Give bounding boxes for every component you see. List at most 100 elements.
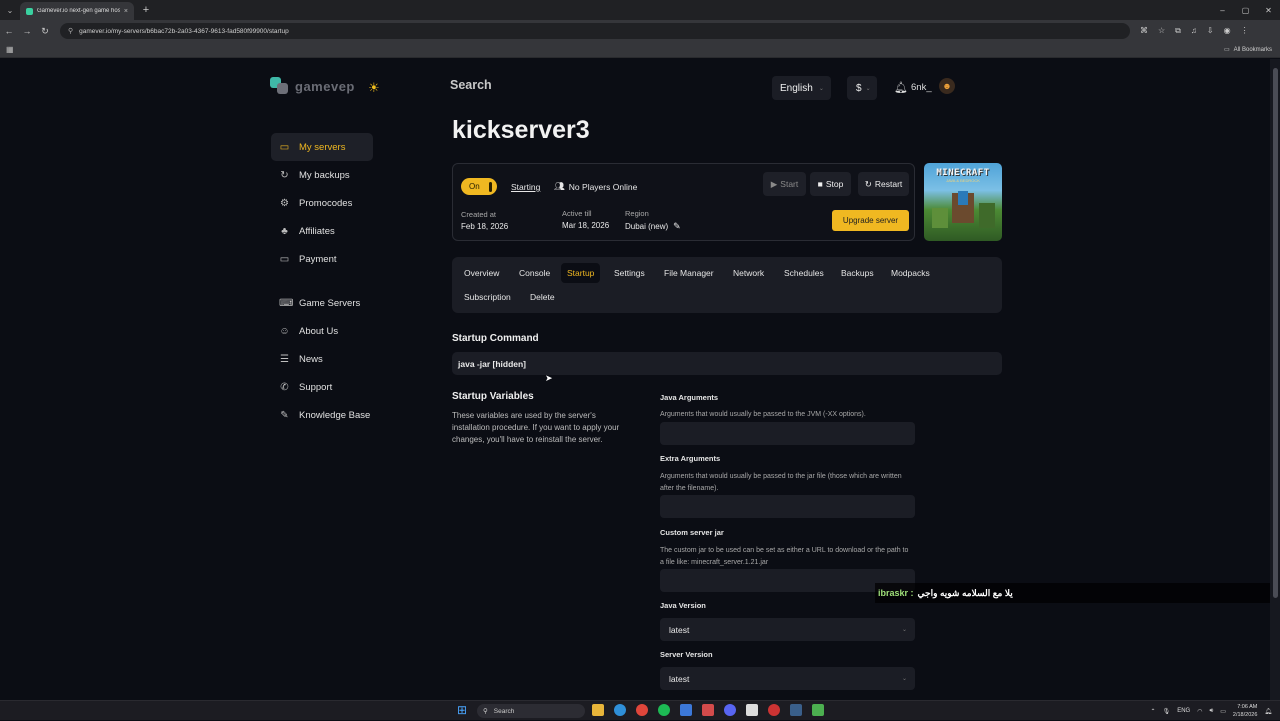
edge-icon[interactable] [614, 704, 626, 716]
tab-backups[interactable]: Backups [835, 263, 880, 283]
browser-tab[interactable]: Gamever.io next-gen game hos × [20, 2, 134, 20]
tab-close-icon[interactable]: × [124, 8, 128, 15]
active-till-label: Active till [562, 209, 592, 218]
created-value: Feb 18, 2026 [461, 222, 509, 231]
restart-button[interactable]: ↻ Restart [858, 172, 909, 196]
java-arguments-input[interactable] [660, 422, 915, 445]
new-tab-button[interactable]: + [138, 4, 154, 16]
url-input[interactable]: ⚲ gamever.io/my-servers/b6bac72b-2a03-43… [60, 23, 1130, 39]
notifications-icon[interactable]: 🔔︎ [1264, 708, 1272, 715]
all-bookmarks-button[interactable]: ▭ All Bookmarks [1224, 46, 1272, 54]
app-icon[interactable] [746, 704, 758, 716]
active-till-value: Mar 18, 2026 [562, 221, 610, 230]
restart-label: Restart [874, 179, 903, 189]
spotify-icon[interactable] [658, 704, 670, 716]
windows-start-icon[interactable]: ⊞ [457, 704, 469, 716]
players-status: 👥︎ No Players Online [554, 181, 637, 192]
startup-command-title: Startup Command [452, 333, 539, 344]
sidebar-item-my-servers[interactable]: ▭ My servers [271, 133, 373, 161]
site-info-icon[interactable]: ⚲ [68, 27, 73, 35]
search-icon: ⚲ [483, 708, 488, 715]
media-icon[interactable]: ♫ [1191, 26, 1197, 36]
sidebar-item-about-us[interactable]: ☺ About Us [271, 317, 373, 345]
sidebar-item-label: News [299, 353, 323, 365]
sidebar-item-affiliates[interactable]: ♣ Affiliates [271, 217, 373, 245]
upgrade-server-button[interactable]: Upgrade server [832, 210, 909, 231]
steam-icon[interactable] [790, 704, 802, 716]
app-icon[interactable] [702, 704, 714, 716]
sidebar-item-my-backups[interactable]: ↻ My backups [271, 161, 373, 189]
reload-icon[interactable]: ↻ [36, 26, 54, 37]
search-button[interactable]: Search [450, 78, 492, 92]
discord-icon[interactable] [724, 704, 736, 716]
profile-icon[interactable]: ◉ [1224, 26, 1231, 36]
volume-icon[interactable]: 🔊︎ [1209, 708, 1213, 715]
downloads-icon[interactable]: ⇩ [1207, 26, 1214, 36]
menu-icon[interactable]: ⋮ [1241, 26, 1249, 36]
clock[interactable]: 7:06 AM 2/18/2026 [1233, 703, 1257, 719]
tab-schedules[interactable]: Schedules [778, 263, 830, 283]
maximize-icon[interactable]: ▢ [1234, 0, 1257, 20]
start-button[interactable]: ▶ Start [763, 172, 806, 196]
language-select[interactable]: English ⌄ [772, 76, 831, 100]
theme-toggle-sun-icon[interactable]: ☀ [368, 80, 380, 96]
region-value: Dubai (new) [625, 222, 669, 231]
tab-console[interactable]: Console [513, 263, 556, 283]
notification-bell-icon[interactable]: 🔔︎ [894, 81, 908, 94]
extensions-icon[interactable]: ⧉ [1175, 26, 1181, 36]
chat-username: ibraskr : [878, 588, 914, 598]
news-icon: ☰ [280, 353, 289, 365]
tab-list-icon[interactable]: ⌄ [0, 0, 20, 20]
extra-arguments-input[interactable] [660, 495, 915, 518]
tab-overview[interactable]: Overview [458, 263, 505, 283]
status-link[interactable]: Starting [511, 182, 540, 192]
file-explorer-icon[interactable] [592, 704, 604, 716]
sidebar-item-news[interactable]: ☰ News [271, 345, 373, 373]
scrollbar-thumb[interactable] [1273, 68, 1278, 598]
tab-startup[interactable]: Startup [561, 263, 601, 283]
translate-icon[interactable]: ⌘ [1140, 26, 1148, 36]
power-toggle[interactable]: On [461, 178, 497, 195]
language-indicator[interactable]: ENG [1177, 708, 1190, 714]
tab-network[interactable]: Network [727, 263, 770, 283]
bookmark-star-icon[interactable]: ☆ [1158, 26, 1165, 36]
tab-file-manager[interactable]: File Manager [658, 263, 720, 283]
address-bar-actions: ⌘ ☆ ⧉ ♫ ⇩ ◉ ⋮ [1140, 26, 1249, 36]
tray-chevron-icon[interactable]: ⌃ [1151, 708, 1156, 715]
stop-button[interactable]: ■ Stop [810, 172, 851, 196]
apps-grid-icon[interactable]: ▦ [6, 45, 14, 54]
sidebar-item-promocodes[interactable]: ⚙ Promocodes [271, 189, 373, 217]
battery-icon[interactable]: ▭ [1220, 708, 1226, 715]
tab-modpacks[interactable]: Modpacks [885, 263, 936, 283]
currency-select[interactable]: $ ⌄ [847, 76, 877, 100]
favicon-icon [26, 7, 33, 15]
sidebar-item-game-servers[interactable]: ⌨ Game Servers [271, 289, 373, 317]
site-logo[interactable]: gamevep [270, 77, 355, 95]
sidebar-item-support[interactable]: ✆ Support [271, 373, 373, 401]
minecraft-game-art: MINECRAFT JAVA & BEDROCK [924, 163, 1002, 241]
forward-icon[interactable]: → [18, 26, 36, 36]
server-version-select[interactable]: latest ⌄ [660, 667, 915, 690]
minimize-icon[interactable]: – [1211, 0, 1234, 20]
extra-arguments-label: Extra Arguments [660, 454, 721, 463]
username[interactable]: 6nk_ [911, 82, 932, 93]
taskbar-search[interactable]: ⚲ Search [477, 704, 585, 718]
tab-settings[interactable]: Settings [608, 263, 651, 283]
java-version-value: latest [669, 624, 690, 635]
avatar[interactable]: ☻ [939, 78, 955, 94]
tab-subscription[interactable]: Subscription [458, 287, 517, 307]
app-icon[interactable] [680, 704, 692, 716]
app-icon[interactable] [768, 704, 780, 716]
java-version-select[interactable]: latest ⌄ [660, 618, 915, 641]
microphone-icon[interactable]: 🎙︎ [1163, 708, 1171, 715]
back-icon[interactable]: ← [0, 26, 18, 36]
sidebar-item-knowledge-base[interactable]: ✎ Knowledge Base [271, 401, 373, 429]
tab-delete[interactable]: Delete [524, 287, 561, 307]
sidebar-item-payment[interactable]: ▭ Payment [271, 245, 373, 273]
close-window-icon[interactable]: ✕ [1257, 0, 1280, 20]
chrome-icon[interactable] [636, 704, 648, 716]
wifi-icon[interactable]: ◠ [1197, 708, 1202, 715]
edit-pencil-icon[interactable]: ✎ [673, 221, 681, 232]
clock-time: 7:06 AM [1237, 704, 1258, 710]
minecraft-launcher-icon[interactable] [812, 704, 824, 716]
